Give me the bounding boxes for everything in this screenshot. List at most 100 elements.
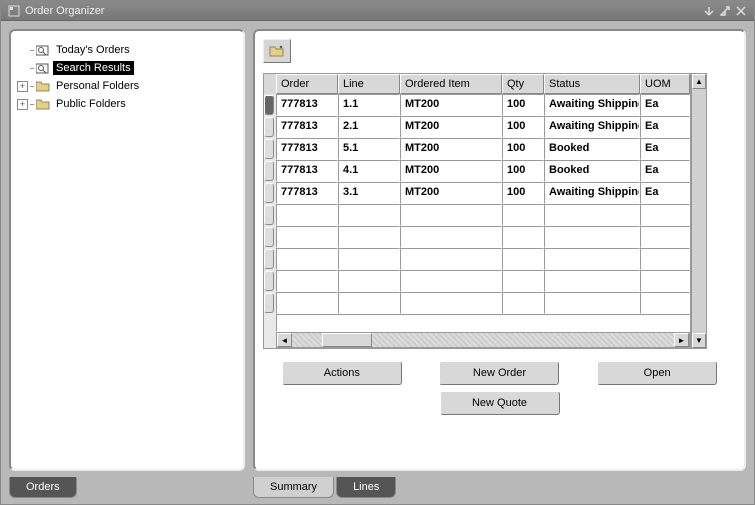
table-cell[interactable]: Ea [640, 138, 690, 160]
tree-item-label[interactable]: Personal Folders [53, 79, 142, 93]
table-cell[interactable]: 777813 [276, 138, 338, 160]
table-cell[interactable]: Awaiting Shipping [544, 116, 640, 138]
table-cell[interactable]: MT200 [400, 182, 502, 204]
table-row[interactable] [264, 226, 690, 248]
table-cell[interactable]: 777813 [276, 94, 338, 116]
table-cell[interactable] [338, 248, 400, 270]
table-cell[interactable]: Awaiting Shipping [544, 94, 640, 116]
table-cell[interactable] [400, 204, 502, 226]
table-cell[interactable] [400, 226, 502, 248]
table-cell[interactable] [640, 270, 690, 292]
column-header[interactable]: Order [276, 74, 338, 94]
table-cell[interactable] [640, 226, 690, 248]
tree-item[interactable]: Today's Orders [17, 41, 237, 59]
table-row[interactable]: 7778132.1MT200100Awaiting ShippingEa [264, 116, 690, 138]
tab-orders[interactable]: Orders [9, 477, 77, 498]
table-cell[interactable]: 100 [502, 138, 544, 160]
tab-lines[interactable]: Lines [336, 477, 396, 498]
row-selector[interactable] [264, 183, 274, 203]
table-cell[interactable] [544, 292, 640, 314]
scroll-up-icon[interactable]: ▲ [692, 74, 706, 89]
table-cell[interactable] [544, 204, 640, 226]
table-cell[interactable]: Booked [544, 160, 640, 182]
table-row[interactable]: 7778131.1MT200100Awaiting ShippingEa [264, 94, 690, 116]
table-cell[interactable]: 100 [502, 94, 544, 116]
table-cell[interactable]: MT200 [400, 116, 502, 138]
tree-item-label[interactable]: Public Folders [53, 97, 129, 111]
open-button[interactable]: Open [597, 361, 717, 385]
table-row[interactable]: 7778133.1MT200100Awaiting ShippingEa [264, 182, 690, 204]
table-cell[interactable]: 777813 [276, 160, 338, 182]
table-cell[interactable] [544, 270, 640, 292]
row-selector[interactable] [264, 249, 274, 269]
row-selector[interactable] [264, 205, 274, 225]
table-cell[interactable]: 4.1 [338, 160, 400, 182]
table-cell[interactable]: 5.1 [338, 138, 400, 160]
table-cell[interactable]: 100 [502, 160, 544, 182]
table-cell[interactable] [544, 226, 640, 248]
column-header[interactable]: UOM [640, 74, 690, 94]
table-cell[interactable] [338, 292, 400, 314]
table-cell[interactable] [640, 204, 690, 226]
scroll-down-icon[interactable]: ▼ [692, 333, 706, 348]
table-cell[interactable] [502, 248, 544, 270]
table-cell[interactable] [276, 270, 338, 292]
table-cell[interactable] [276, 226, 338, 248]
row-selector[interactable] [264, 227, 274, 247]
table-row[interactable] [264, 204, 690, 226]
expand-icon[interactable]: + [17, 81, 28, 92]
tab-summary[interactable]: Summary [253, 477, 334, 498]
table-row[interactable]: 7778135.1MT200100BookedEa [264, 138, 690, 160]
vscroll-track[interactable] [692, 89, 706, 333]
table-cell[interactable]: Ea [640, 182, 690, 204]
scroll-right-icon[interactable]: ► [674, 333, 689, 347]
table-cell[interactable] [276, 248, 338, 270]
table-cell[interactable]: MT200 [400, 138, 502, 160]
close-icon[interactable] [734, 4, 748, 18]
table-cell[interactable]: Ea [640, 94, 690, 116]
table-cell[interactable]: 777813 [276, 182, 338, 204]
table-cell[interactable]: MT200 [400, 94, 502, 116]
table-cell[interactable]: MT200 [400, 160, 502, 182]
row-selector[interactable] [264, 95, 274, 115]
vertical-scrollbar[interactable]: ▲ ▼ [691, 73, 707, 349]
table-cell[interactable]: Awaiting Shipping [544, 182, 640, 204]
table-cell[interactable] [276, 292, 338, 314]
new-quote-button[interactable]: New Quote [440, 391, 560, 415]
new-order-button[interactable]: New Order [439, 361, 559, 385]
table-cell[interactable]: 3.1 [338, 182, 400, 204]
table-row[interactable] [264, 270, 690, 292]
row-selector[interactable] [264, 117, 274, 137]
table-cell[interactable] [276, 204, 338, 226]
table-cell[interactable] [400, 292, 502, 314]
column-header[interactable]: Qty [502, 74, 544, 94]
table-cell[interactable] [502, 292, 544, 314]
row-selector[interactable] [264, 161, 274, 181]
table-cell[interactable]: 777813 [276, 116, 338, 138]
table-row[interactable]: 7778134.1MT200100BookedEa [264, 160, 690, 182]
minimize-icon[interactable] [702, 4, 716, 18]
maximize-icon[interactable] [718, 4, 732, 18]
table-row[interactable] [264, 248, 690, 270]
tree-item-label[interactable]: Today's Orders [53, 43, 133, 57]
table-cell[interactable] [544, 248, 640, 270]
row-selector[interactable] [264, 271, 274, 291]
actions-button[interactable]: Actions [282, 361, 402, 385]
table-cell[interactable]: 100 [502, 116, 544, 138]
table-cell[interactable] [640, 292, 690, 314]
hscroll-thumb[interactable] [322, 333, 372, 347]
table-cell[interactable]: Booked [544, 138, 640, 160]
table-cell[interactable]: Ea [640, 116, 690, 138]
table-cell[interactable] [338, 204, 400, 226]
table-cell[interactable]: 100 [502, 182, 544, 204]
titlebar[interactable]: Order Organizer [1, 1, 754, 21]
tree-item[interactable]: Search Results [17, 59, 237, 77]
expand-icon[interactable]: + [17, 99, 28, 110]
hscroll-track[interactable] [292, 333, 674, 347]
tree-item-label[interactable]: Search Results [53, 61, 134, 75]
table-cell[interactable] [338, 270, 400, 292]
table-cell[interactable] [502, 226, 544, 248]
table-cell[interactable] [338, 226, 400, 248]
tree-item[interactable]: + Personal Folders [17, 77, 237, 95]
folder-tool-button[interactable] [263, 39, 291, 63]
